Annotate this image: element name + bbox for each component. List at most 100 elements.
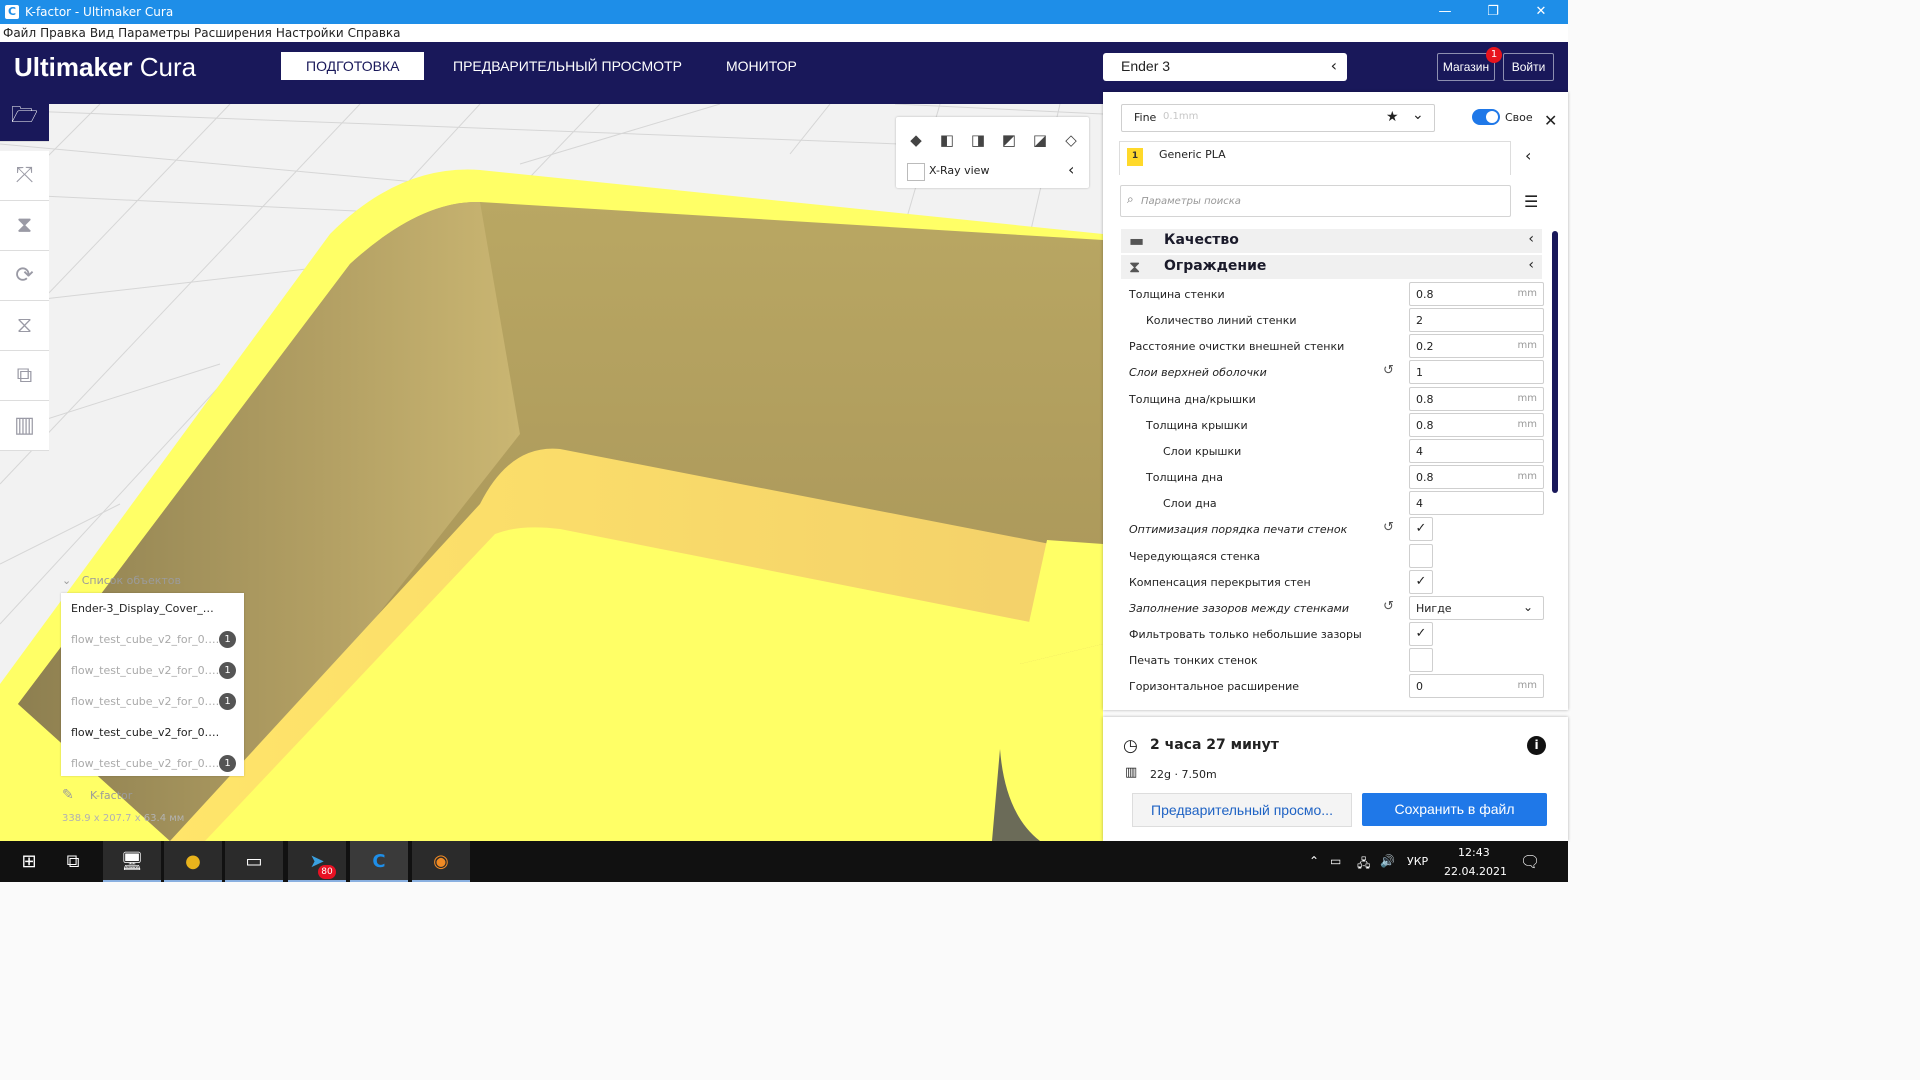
windows-taskbar: ⊞ ⧉ 🖥 ● ▭ ➤ C ◉ ⌃ ▭ 🖧 🔊 УКР 🗨 [0,841,1568,882]
mirror-tool-button[interactable]: ⧖ [0,301,49,351]
tab-preview[interactable]: ПРЕДВАРИТЕЛЬНЫЙ ПРОСМОТР [428,52,707,80]
tray-chevron-icon[interactable]: ⌃ [1309,854,1319,868]
network-icon[interactable]: 🖧 [1357,854,1370,875]
menu-edit[interactable]: Правка [40,26,86,40]
rotate-tool-button[interactable]: ⟳ [0,251,49,301]
setting-input[interactable]: 0.8 mm [1409,412,1544,437]
3d-view-icon[interactable]: ◆ [905,129,927,151]
menu-settings[interactable]: Параметры [118,26,190,40]
taskbar-terminal[interactable]: ▭ [225,841,283,882]
category-quality[interactable]: ▬ Качество ‹ [1121,229,1542,253]
taskbar-date[interactable]: 22.04.2021 [1444,865,1507,878]
menu-preferences[interactable]: Настройки [276,26,344,40]
printer-selector[interactable]: Ender 3 ‹ [1103,53,1347,81]
taskbar-time[interactable]: 12:43 [1458,846,1490,859]
per-model-icon: ⧉ [16,363,33,388]
setting-value: Нигде [1416,601,1452,615]
setting-value: 0.8 [1416,392,1434,406]
language-indicator[interactable]: УКР [1407,855,1428,868]
scale-tool-button[interactable]: ⧗ [0,201,49,251]
list-item[interactable]: Ender-3_Display_Cover_with_bevel [71,593,239,624]
setting-dropdown[interactable]: Нигде ⌄ [1409,595,1544,620]
menu-file[interactable]: Файл [3,26,36,40]
close-window-button[interactable]: ✕ [1518,0,1564,24]
battery-icon[interactable]: ▭ [1330,854,1341,868]
taskbar-blender[interactable]: ◉ [412,841,470,882]
setting-checkbox[interactable]: ✓ [1409,517,1433,542]
signin-button[interactable]: Войти [1503,53,1554,81]
setting-row: Компенсация перекрытия стен ✓ [1121,569,1546,595]
setting-input[interactable]: 2 [1409,308,1544,333]
object-list-header[interactable]: ⌄ Список объектов [62,574,181,587]
project-name[interactable]: K-factor [90,789,132,802]
setting-input[interactable]: 0.8 mm [1409,386,1544,411]
setting-value: 4 [1416,444,1423,458]
list-item[interactable]: flow_test_cube_v2_for_0.4_nozzle1 [71,624,239,655]
front-view-icon[interactable]: ◧ [936,129,958,151]
setting-checkbox[interactable]: ✓ [1409,569,1433,594]
setting-checkbox[interactable] [1409,543,1433,568]
pencil-icon[interactable]: ✎ [62,787,74,803]
list-item[interactable]: flow_test_cube_v2_for_0.4_nozzle [71,717,239,748]
reset-icon[interactable]: ↺ [1383,599,1394,614]
open-file-button[interactable]: 🗁 [0,91,49,142]
minimize-button[interactable]: — [1422,0,1468,24]
setting-row: Горизонтальное расширение 0 mm [1121,673,1546,699]
tab-monitor[interactable]: МОНИТОР [701,52,822,80]
move-tool-button[interactable]: ⤧ [0,151,49,201]
taskbar-chrome[interactable]: ● [164,841,222,882]
taskbar-cura[interactable]: C [350,841,408,882]
notification-icon[interactable]: 🗨 [1520,852,1540,871]
setting-label: Компенсация перекрытия стен [1129,575,1311,589]
taskbar-task-view[interactable]: ⧉ [46,841,100,882]
xray-checkbox[interactable] [907,163,925,181]
list-item[interactable]: flow_test_cube_v2_for_0.4_nozzle1 [71,686,239,717]
right-view-icon[interactable]: ◪ [1029,129,1051,151]
settings-search-input[interactable]: ⌕ Параметры поиска [1120,185,1511,217]
taskbar-file-manager[interactable]: 🖥 [103,841,161,882]
setting-unit: mm [1517,418,1537,430]
setting-input[interactable]: 0.2 mm [1409,334,1544,359]
taskbar-telegram[interactable]: ➤ [288,841,346,882]
menu-extensions[interactable]: Расширения [194,26,272,40]
setting-row: Чередующаяся стенка [1121,543,1546,569]
category-shell[interactable]: ⧗ Ограждение ‹ [1121,255,1542,279]
list-item[interactable]: flow_test_cube_v2_for_0.4_nozzle1 [71,655,239,686]
setting-input[interactable]: 0.8 mm [1409,282,1544,306]
chevron-left-icon[interactable]: ‹ [1525,146,1531,165]
list-item[interactable]: flow_test_cube_v2_for_0.4_nozzle1 [71,748,239,779]
setting-input[interactable]: 0.8 mm [1409,465,1544,490]
menu-help[interactable]: Справка [348,26,401,40]
menu-icon[interactable]: ☰ [1524,192,1538,211]
per-model-settings-button[interactable]: ⧉ [0,351,49,401]
view-orientation-panel: ◆ ◧ ◨ ◩ ◪ ◇ X-Ray view ‹ [896,117,1089,188]
save-to-file-button[interactable]: Сохранить в файл [1362,793,1547,826]
left-view-icon[interactable]: ◩ [998,129,1020,151]
reset-icon[interactable]: ↺ [1383,363,1394,378]
settings-scrollbar[interactable] [1552,231,1558,493]
setting-input[interactable]: 1 [1409,360,1544,385]
close-icon[interactable]: ✕ [1544,111,1557,130]
info-icon[interactable]: i [1527,736,1546,755]
maximize-button[interactable]: ❐ [1470,0,1516,24]
layer-view-icon[interactable]: ◇ [1060,129,1082,151]
star-icon[interactable]: ★ [1386,109,1399,125]
setting-input[interactable]: 4 [1409,438,1544,463]
top-view-icon[interactable]: ◨ [967,129,989,151]
reset-icon[interactable]: ↺ [1383,520,1394,535]
tab-prepare[interactable]: ПОДГОТОВКА [281,52,425,80]
setting-unit: mm [1517,340,1537,352]
custom-mode-toggle[interactable] [1472,109,1500,125]
extruder-tab[interactable]: 1 Generic PLA [1119,141,1511,175]
setting-input[interactable]: 4 [1409,491,1544,516]
profile-selector[interactable]: Fine 0.1mm ★ ⌄ [1121,104,1435,132]
setting-checkbox[interactable]: ✓ [1409,621,1433,646]
preview-button[interactable]: Предварительный просмо... [1132,793,1352,827]
volume-icon[interactable]: 🔊 [1380,854,1395,868]
setting-checkbox[interactable] [1409,648,1433,673]
setting-input[interactable]: 0 mm [1409,674,1544,699]
menu-view[interactable]: Вид [90,26,114,40]
collapse-view-icon[interactable]: ‹ [1068,160,1074,179]
support-blocker-button[interactable]: ▥ [0,401,49,451]
print-settings-panel: Fine 0.1mm ★ ⌄ Свое ✕ 1 Generic PLA ‹ ⌕ … [1103,92,1568,710]
